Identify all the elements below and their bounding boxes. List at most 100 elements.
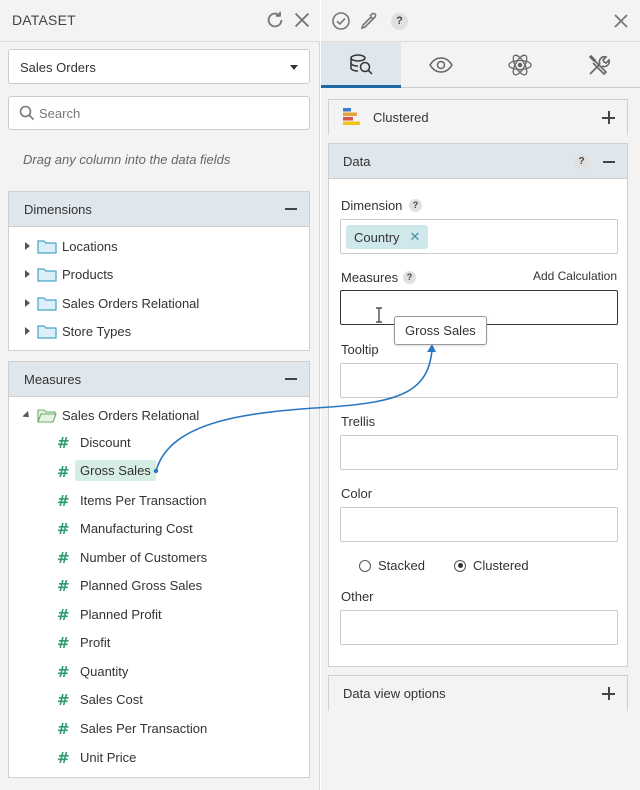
stacked-radio[interactable]: Stacked — [359, 558, 425, 573]
data-view-options[interactable]: Data view options — [328, 675, 628, 711]
hash-icon: # — [57, 606, 70, 624]
dimension-label: Store Types — [62, 324, 132, 339]
caret-right-icon[interactable] — [25, 299, 30, 307]
measure-item[interactable]: # Discount — [9, 430, 309, 456]
measure-item[interactable]: # Planned Gross Sales — [9, 573, 309, 599]
tooltip-drop-zone[interactable] — [340, 363, 618, 398]
dimension-chip[interactable]: Country ✕ — [346, 225, 429, 249]
folder-icon — [37, 297, 57, 311]
measure-item-dragging[interactable]: # Gross Sales — [9, 459, 309, 485]
close-icon[interactable] — [291, 9, 313, 31]
radio-on-icon[interactable] — [454, 559, 466, 572]
properties-toolbar: ? — [321, 0, 640, 42]
tab-analytics[interactable] — [480, 42, 560, 88]
refresh-icon[interactable] — [264, 9, 286, 31]
dataset-select[interactable]: Sales Orders — [8, 49, 310, 84]
collapse-icon[interactable] — [285, 378, 297, 380]
add-calculation-link[interactable]: Add Calculation — [533, 269, 617, 283]
hash-icon: # — [57, 492, 70, 510]
dimension-field-label: Dimension — [341, 198, 403, 213]
measure-item[interactable]: # Manufacturing Cost — [9, 516, 309, 542]
dimensions-header[interactable]: Dimensions — [9, 192, 309, 227]
hash-icon: # — [57, 720, 70, 738]
remove-icon[interactable]: ✕ — [410, 229, 421, 245]
data-section-title: Data — [343, 154, 371, 169]
hash-icon: # — [57, 749, 70, 767]
measures-section: Measures Sales Orders Relational # Discou… — [8, 361, 310, 778]
help-icon[interactable]: ? — [409, 199, 422, 212]
help-icon[interactable]: ? — [403, 271, 416, 284]
hash-icon: # — [57, 634, 70, 652]
hash-icon: # — [57, 434, 70, 452]
other-drop-zone[interactable] — [340, 610, 618, 645]
radio-off-icon[interactable] — [359, 559, 371, 572]
measures-title: Measures — [24, 372, 82, 387]
measure-item[interactable]: # Quantity — [9, 659, 309, 685]
dimensions-section: Dimensions Locations Products Sales Orde… — [8, 191, 310, 351]
measure-label: Sales Cost — [80, 692, 143, 707]
trellis-drop-zone[interactable] — [340, 435, 618, 470]
eyedropper-icon[interactable] — [359, 11, 379, 31]
data-section: Data ? Dimension ? Country ✕ Measures ? … — [328, 143, 628, 667]
tab-settings[interactable] — [559, 42, 639, 88]
dimension-item-locations[interactable]: Locations — [9, 235, 309, 259]
tools-icon — [588, 54, 611, 76]
color-field-label: Color — [341, 486, 373, 501]
data-view-options-label: Data view options — [343, 686, 446, 701]
measure-item[interactable]: # Planned Profit — [9, 602, 309, 628]
hash-icon: # — [57, 691, 70, 709]
measure-label: Unit Price — [80, 750, 137, 765]
help-icon[interactable]: ? — [391, 13, 408, 30]
folder-open-icon — [37, 409, 57, 423]
measure-item[interactable]: # Items Per Transaction — [9, 488, 309, 514]
search-box[interactable] — [8, 96, 310, 130]
measures-header[interactable]: Measures — [9, 362, 309, 397]
folder-icon — [37, 325, 57, 339]
tab-data[interactable] — [321, 42, 401, 88]
dataset-header: DATASET — [0, 0, 320, 42]
dimension-item-sales-orders-relational[interactable]: Sales Orders Relational — [9, 292, 309, 316]
measure-folder[interactable]: Sales Orders Relational — [9, 404, 309, 428]
drag-tooltip: Gross Sales — [394, 316, 487, 345]
folder-icon — [37, 240, 57, 254]
close-icon[interactable] — [611, 11, 631, 31]
collapse-icon[interactable] — [603, 161, 615, 163]
data-section-header[interactable]: Data ? — [329, 144, 627, 179]
caret-right-icon[interactable] — [25, 242, 30, 250]
measure-item[interactable]: # Number of Customers — [9, 545, 309, 571]
tab-view[interactable] — [401, 42, 481, 88]
measure-item[interactable]: # Sales Cost — [9, 687, 309, 713]
measure-item[interactable]: # Unit Price — [9, 745, 309, 771]
measure-label: Planned Gross Sales — [80, 578, 203, 593]
tooltip-field-label: Tooltip — [341, 342, 379, 357]
clustered-bar-icon — [343, 108, 360, 125]
search-input[interactable] — [39, 103, 299, 123]
check-circle-icon[interactable] — [331, 11, 351, 31]
color-drop-zone[interactable] — [340, 507, 618, 542]
measure-label: Gross Sales — [75, 460, 156, 481]
data-view-options-header[interactable]: Data view options — [329, 676, 627, 711]
caret-down-icon[interactable] — [22, 410, 32, 421]
chart-type-selector[interactable]: Clustered — [328, 99, 628, 135]
clustered-radio[interactable]: Clustered — [454, 558, 529, 573]
measure-item[interactable]: # Profit — [9, 630, 309, 656]
collapse-icon[interactable] — [285, 208, 297, 210]
drag-hint: Drag any column into the data fields — [23, 152, 231, 167]
measures-field-label: Measures — [341, 270, 399, 285]
dimension-item-products[interactable]: Products — [9, 263, 309, 287]
dimension-item-store-types[interactable]: Store Types — [9, 320, 309, 344]
measure-item[interactable]: # Sales Per Transaction — [9, 716, 309, 742]
hash-icon: # — [57, 663, 70, 681]
stacked-radio-label: Stacked — [378, 558, 425, 573]
chart-type-header[interactable]: Clustered — [329, 100, 627, 135]
measure-label: Quantity — [80, 664, 129, 679]
help-icon[interactable]: ? — [574, 154, 589, 169]
expand-icon[interactable] — [602, 687, 615, 700]
text-cursor-icon — [376, 307, 382, 323]
caret-right-icon[interactable] — [25, 270, 30, 278]
expand-icon[interactable] — [602, 111, 615, 124]
caret-right-icon[interactable] — [25, 327, 30, 335]
dimension-chip-label: Country — [354, 229, 400, 245]
dimension-drop-zone[interactable]: Country ✕ — [340, 219, 618, 254]
measure-folder-label: Sales Orders Relational — [62, 408, 200, 423]
